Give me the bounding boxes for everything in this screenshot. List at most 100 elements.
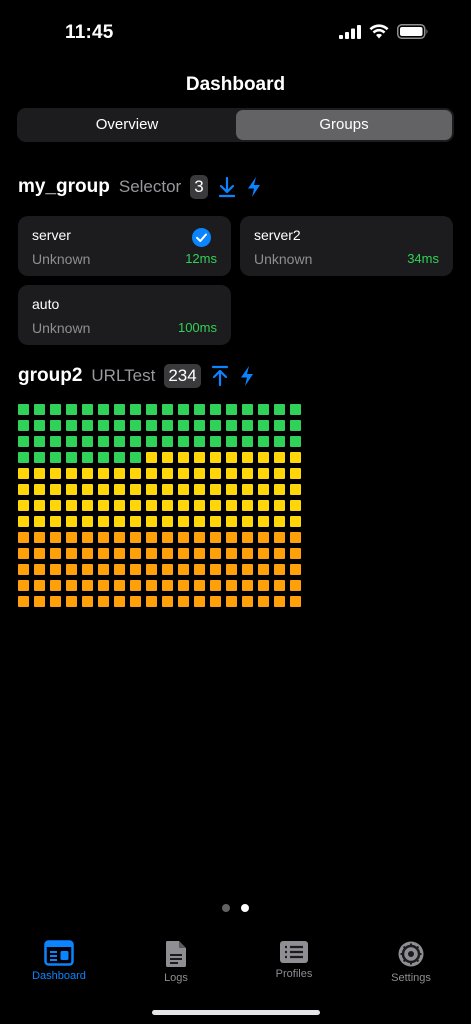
latency-cell[interactable] xyxy=(210,500,221,511)
latency-cell[interactable] xyxy=(194,404,205,415)
latency-cell[interactable] xyxy=(114,548,125,559)
latency-cell[interactable] xyxy=(114,404,125,415)
latency-cell[interactable] xyxy=(130,436,141,447)
latency-cell[interactable] xyxy=(98,548,109,559)
latency-cell[interactable] xyxy=(258,532,269,543)
latency-cell[interactable] xyxy=(242,564,253,575)
latency-cell[interactable] xyxy=(290,404,301,415)
latency-cell[interactable] xyxy=(146,420,157,431)
latency-cell[interactable] xyxy=(114,452,125,463)
latency-cell[interactable] xyxy=(98,596,109,607)
latency-cell[interactable] xyxy=(18,420,29,431)
latency-cell[interactable] xyxy=(18,548,29,559)
latency-cell[interactable] xyxy=(50,420,61,431)
group-header-group2[interactable]: group2 URLTest 234 xyxy=(18,364,255,388)
latency-cell[interactable] xyxy=(290,452,301,463)
latency-cell[interactable] xyxy=(194,452,205,463)
latency-cell[interactable] xyxy=(50,516,61,527)
url-test-bolt-icon[interactable] xyxy=(246,176,262,198)
latency-cell[interactable] xyxy=(258,436,269,447)
latency-cell[interactable] xyxy=(162,420,173,431)
latency-cell[interactable] xyxy=(66,532,77,543)
url-test-bolt-icon[interactable] xyxy=(239,365,255,387)
latency-cell[interactable] xyxy=(162,548,173,559)
tab-overview[interactable]: Overview xyxy=(19,110,235,140)
latency-cell[interactable] xyxy=(210,484,221,495)
latency-cell[interactable] xyxy=(50,580,61,591)
latency-cell[interactable] xyxy=(146,596,157,607)
latency-cell[interactable] xyxy=(130,580,141,591)
latency-cell[interactable] xyxy=(34,580,45,591)
latency-cell[interactable] xyxy=(18,532,29,543)
latency-cell[interactable] xyxy=(226,516,237,527)
latency-cell[interactable] xyxy=(98,532,109,543)
latency-cell[interactable] xyxy=(130,420,141,431)
latency-cell[interactable] xyxy=(34,404,45,415)
latency-cell[interactable] xyxy=(34,484,45,495)
latency-cell[interactable] xyxy=(162,452,173,463)
latency-cell[interactable] xyxy=(146,532,157,543)
latency-cell[interactable] xyxy=(226,580,237,591)
latency-cell[interactable] xyxy=(82,484,93,495)
latency-cell[interactable] xyxy=(130,532,141,543)
latency-cell[interactable] xyxy=(146,404,157,415)
latency-cell[interactable] xyxy=(66,580,77,591)
latency-cell[interactable] xyxy=(258,500,269,511)
latency-cell[interactable] xyxy=(34,420,45,431)
latency-cell[interactable] xyxy=(258,580,269,591)
latency-cell[interactable] xyxy=(242,516,253,527)
latency-cell[interactable] xyxy=(242,436,253,447)
latency-cell[interactable] xyxy=(258,420,269,431)
latency-cell[interactable] xyxy=(194,564,205,575)
latency-cell[interactable] xyxy=(274,484,285,495)
latency-cell[interactable] xyxy=(178,548,189,559)
page-dot-2[interactable] xyxy=(241,904,249,912)
latency-cell[interactable] xyxy=(178,596,189,607)
latency-cell[interactable] xyxy=(210,420,221,431)
latency-cell[interactable] xyxy=(210,516,221,527)
latency-cell[interactable] xyxy=(226,468,237,479)
latency-cell[interactable] xyxy=(18,516,29,527)
latency-cell[interactable] xyxy=(82,548,93,559)
latency-cell[interactable] xyxy=(114,532,125,543)
latency-cell[interactable] xyxy=(146,516,157,527)
latency-cell[interactable] xyxy=(114,436,125,447)
latency-cell[interactable] xyxy=(210,436,221,447)
latency-cell[interactable] xyxy=(290,484,301,495)
tab-groups[interactable]: Groups xyxy=(236,110,452,140)
latency-cell[interactable] xyxy=(66,548,77,559)
latency-cell[interactable] xyxy=(290,468,301,479)
latency-cell[interactable] xyxy=(210,404,221,415)
latency-cell[interactable] xyxy=(98,404,109,415)
latency-cell[interactable] xyxy=(18,452,29,463)
latency-cell[interactable] xyxy=(82,468,93,479)
latency-cell[interactable] xyxy=(82,580,93,591)
latency-cell[interactable] xyxy=(114,420,125,431)
latency-cell[interactable] xyxy=(226,596,237,607)
latency-cell[interactable] xyxy=(258,548,269,559)
latency-cell[interactable] xyxy=(66,468,77,479)
latency-cell[interactable] xyxy=(34,516,45,527)
latency-cell[interactable] xyxy=(242,580,253,591)
latency-cell[interactable] xyxy=(98,500,109,511)
latency-cell[interactable] xyxy=(98,420,109,431)
latency-cell[interactable] xyxy=(178,468,189,479)
latency-cell[interactable] xyxy=(226,436,237,447)
tab-settings[interactable]: Settings xyxy=(366,940,456,984)
latency-cell[interactable] xyxy=(274,436,285,447)
latency-cell[interactable] xyxy=(50,596,61,607)
latency-cell[interactable] xyxy=(274,468,285,479)
latency-cell[interactable] xyxy=(66,420,77,431)
latency-cell[interactable] xyxy=(226,548,237,559)
latency-cell[interactable] xyxy=(194,484,205,495)
latency-cell[interactable] xyxy=(130,596,141,607)
latency-cell[interactable] xyxy=(210,580,221,591)
latency-cell[interactable] xyxy=(194,516,205,527)
latency-cell[interactable] xyxy=(258,404,269,415)
latency-cell[interactable] xyxy=(258,596,269,607)
latency-cell[interactable] xyxy=(34,564,45,575)
proxy-card-auto[interactable]: auto Unknown 100ms xyxy=(18,285,231,345)
latency-cell[interactable] xyxy=(210,596,221,607)
latency-cell[interactable] xyxy=(162,596,173,607)
latency-cell[interactable] xyxy=(178,580,189,591)
